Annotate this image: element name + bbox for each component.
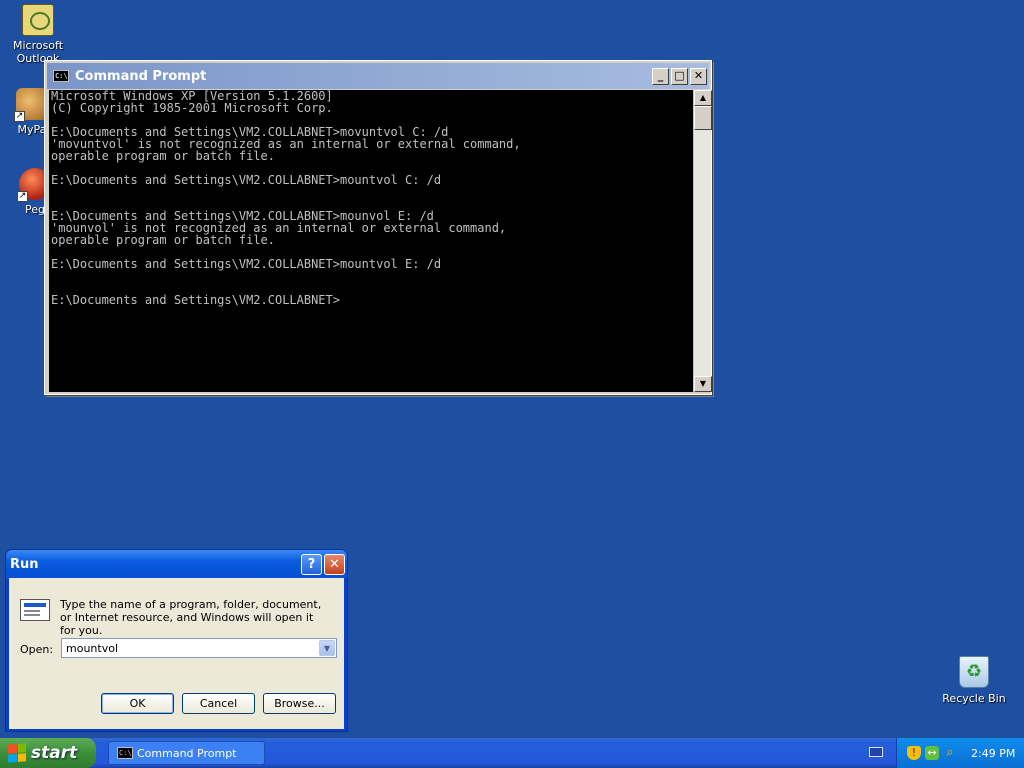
taskbar-item-command-prompt[interactable]: C:\ Command Prompt <box>108 741 265 765</box>
cmd-title-bar[interactable]: C:\ Command Prompt _ □ ✕ <box>47 63 709 89</box>
start-button[interactable]: start <box>0 738 96 768</box>
search-icon[interactable]: ⌕ <box>943 746 957 760</box>
minimize-button[interactable]: _ <box>652 67 669 85</box>
outlook-icon <box>22 4 54 36</box>
open-combobox[interactable]: mountvol ▼ <box>61 638 337 658</box>
desktop-icon-outlook[interactable]: Microsoft Outlook <box>0 4 76 65</box>
cmd-title: Command Prompt <box>75 68 207 84</box>
maximize-button[interactable]: □ <box>671 67 688 85</box>
run-title-bar[interactable]: Run ? ✕ <box>6 550 347 578</box>
command-prompt-window[interactable]: C:\ Command Prompt _ □ ✕ Microsoft Windo… <box>44 60 712 395</box>
run-description: Type the name of a program, folder, docu… <box>60 598 322 637</box>
run-dialog[interactable]: Run ? ✕ Type the name of a program, fold… <box>5 549 348 732</box>
open-label: Open: <box>20 643 54 656</box>
scroll-up-button[interactable]: ▲ <box>694 90 712 106</box>
cmd-icon: C:\ <box>117 747 133 759</box>
windows-logo-icon <box>8 743 26 763</box>
taskbar-item-label: Command Prompt <box>137 746 237 760</box>
scroll-down-button[interactable]: ▼ <box>694 376 712 392</box>
open-input-value[interactable]: mountvol <box>66 642 118 655</box>
recycle-bin-icon <box>959 656 989 688</box>
close-button[interactable]: ✕ <box>324 553 345 575</box>
cancel-button[interactable]: Cancel <box>182 693 255 714</box>
desktop-icon-recycle-bin[interactable]: Recycle Bin <box>936 656 1012 705</box>
run-title: Run <box>10 556 39 572</box>
taskbar: start C:\ Command Prompt ! ↔ ⌕ 2:49 PM <box>0 738 1024 768</box>
clock[interactable]: 2:49 PM <box>971 747 1015 760</box>
browse-button[interactable]: Browse... <box>263 693 336 714</box>
security-shield-icon[interactable]: ! <box>907 746 921 760</box>
help-button[interactable]: ? <box>301 553 322 575</box>
cmd-icon: C:\ <box>53 70 69 82</box>
vertical-scrollbar[interactable]: ▲ ▼ <box>693 90 712 392</box>
run-dialog-body: Type the name of a program, folder, docu… <box>9 578 344 729</box>
keyboard-icon[interactable] <box>869 747 883 757</box>
cmd-output: Microsoft Windows XP [Version 5.1.2600] … <box>51 90 521 307</box>
cmd-console[interactable]: Microsoft Windows XP [Version 5.1.2600] … <box>49 90 712 392</box>
close-button[interactable]: ✕ <box>690 67 707 85</box>
desktop-icon-label: Recycle Bin <box>942 692 1006 705</box>
system-tray: ! ↔ ⌕ 2:49 PM <box>896 738 1024 768</box>
chevron-down-icon[interactable]: ▼ <box>319 640 335 656</box>
run-icon <box>20 599 50 621</box>
start-label: start <box>31 743 78 763</box>
ok-button[interactable]: OK <box>101 693 174 714</box>
scroll-thumb[interactable] <box>694 106 712 130</box>
network-icon[interactable]: ↔ <box>925 746 939 760</box>
